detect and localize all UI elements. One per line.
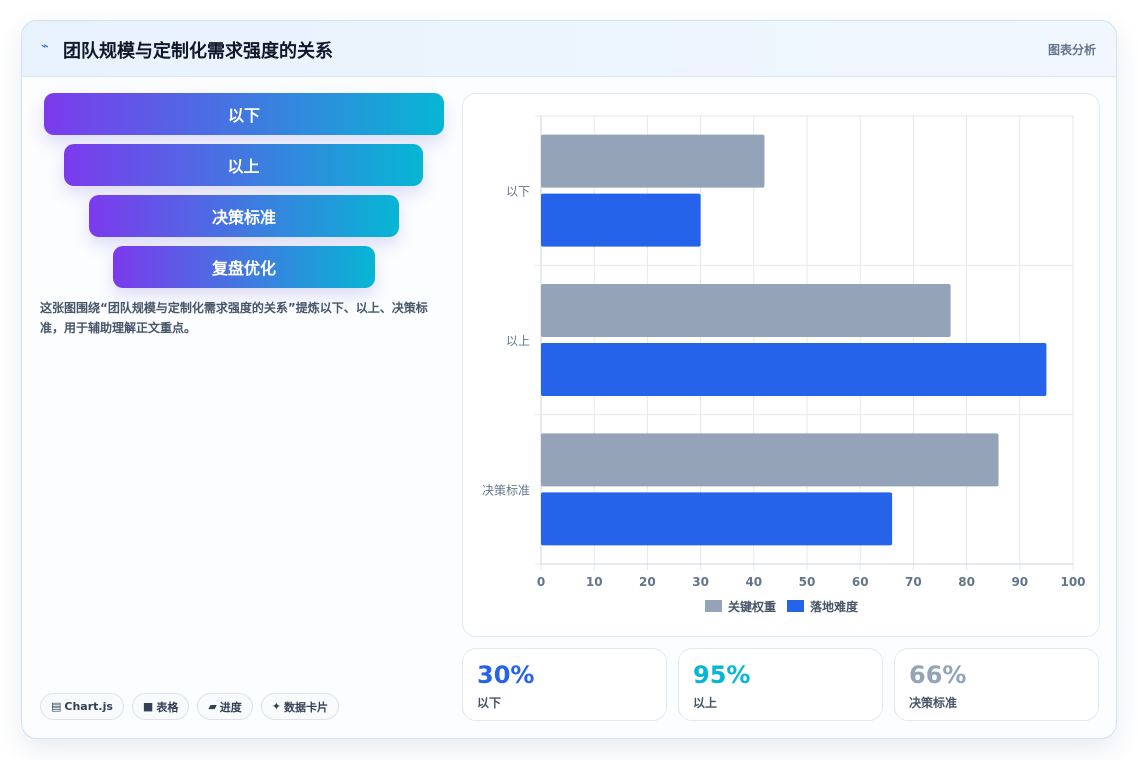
- x-tick-label: 80: [958, 575, 975, 589]
- y-tick-label: 以上: [506, 334, 530, 348]
- chip-label: 进度: [219, 700, 242, 714]
- stat-label: 以下: [477, 696, 502, 710]
- x-tick-label: 30: [692, 575, 709, 589]
- x-tick-label: 50: [799, 575, 816, 589]
- chip-chartjs[interactable]: ▤ Chart.js: [40, 693, 124, 720]
- bar-key-weight: [541, 134, 765, 188]
- bar-difficulty: [541, 193, 701, 247]
- x-tick-label: 70: [905, 575, 922, 589]
- chart-icon: ▤: [51, 700, 62, 713]
- chart-analysis-label: 图表分析: [1047, 43, 1096, 57]
- progress-icon: ▰: [208, 700, 217, 713]
- stat-label: 以上: [693, 696, 718, 710]
- bar-difficulty: [541, 343, 1047, 396]
- chip-progress[interactable]: ▰ 进度: [197, 693, 253, 720]
- bar-chart: 0 10 20 30 40 50 60 70 80 90 100 以下以上决策标准关键权重 落地难度: [482, 115, 1086, 614]
- chart-card: ⌁ 团队规模与定制化需求强度的关系 图表分析 以下 以上 决策标准 复盘优化 这…: [21, 20, 1117, 739]
- funnel-step-3: 决策标准: [89, 195, 399, 237]
- page-title: 团队规模与定制化需求强度的关系: [63, 41, 333, 62]
- chip-label: 数据卡片: [284, 700, 329, 714]
- legend-label: 落地难度: [810, 599, 859, 614]
- bar-key-weight: [541, 433, 999, 487]
- x-tick-label: 90: [1011, 575, 1028, 589]
- x-tick-label: 0: [537, 575, 545, 589]
- chip-data-card[interactable]: ✦ 数据卡片: [260, 693, 340, 720]
- chart-panel: 0 10 20 30 40 50 60 70 80 90 100 以下以上决策标准关键权重 落地难度: [462, 93, 1100, 637]
- x-tick-label: 10: [586, 575, 603, 589]
- chip-label: Chart.js: [64, 700, 113, 713]
- chip-table[interactable]: ■ 表格: [131, 693, 190, 720]
- y-tick-label: 以下: [506, 185, 530, 199]
- x-tick-label: 20: [639, 575, 656, 589]
- pulse-icon: ⌁: [41, 39, 49, 54]
- sparkle-icon: ✦: [271, 700, 282, 713]
- bar-difficulty: [541, 492, 893, 546]
- stat-value: 66%: [909, 661, 967, 689]
- funnel-step-4: 复盘优化: [113, 246, 375, 288]
- x-tick-label: 40: [745, 575, 762, 589]
- y-tick-label: 决策标准: [482, 483, 530, 497]
- stat-card-2: 95% 以上: [678, 648, 883, 721]
- stat-value: 30%: [477, 661, 535, 689]
- tech-chips: ▤ Chart.js ■ 表格 ▰ 进度 ✦ 数据卡片: [40, 693, 340, 720]
- legend-swatch: [705, 600, 722, 612]
- funnel-step-2: 以上: [64, 144, 423, 186]
- legend-swatch: [787, 600, 804, 612]
- funnel-step-1: 以下: [44, 93, 444, 135]
- stat-value: 95%: [693, 661, 751, 689]
- x-tick-label: 100: [1060, 575, 1085, 589]
- stat-card-1: 30% 以下: [462, 648, 667, 721]
- x-tick-label: 60: [852, 575, 869, 589]
- card-header: ⌁ 团队规模与定制化需求强度的关系 图表分析: [22, 21, 1116, 77]
- chip-label: 表格: [156, 700, 179, 714]
- stat-label: 决策标准: [909, 696, 958, 710]
- table-icon: ■: [142, 700, 154, 713]
- stat-card-3: 66% 决策标准: [894, 648, 1099, 721]
- description-text: 这张图围绕“团队规模与定制化需求强度的关系”提炼以下、以上、决策标准，用于辅助理…: [40, 301, 428, 335]
- bar-key-weight: [541, 284, 951, 337]
- legend-label: 关键权重: [728, 599, 776, 614]
